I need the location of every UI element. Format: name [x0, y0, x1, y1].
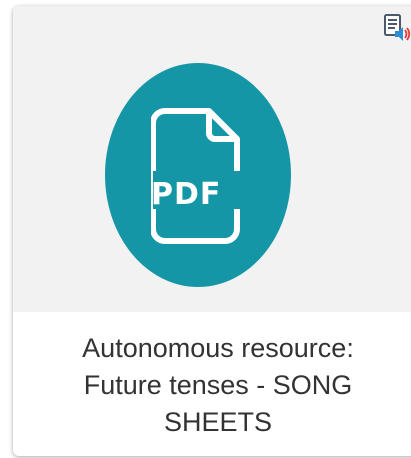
resource-title[interactable]: Autonomous resource: Future tenses - SON… — [13, 330, 411, 441]
read-aloud-speaker-icon[interactable] — [384, 13, 410, 45]
file-type-label: PDF — [151, 177, 221, 212]
pdf-file-icon: PDF — [151, 108, 243, 244]
resource-thumbnail[interactable]: PDF — [13, 6, 411, 312]
resource-title-line: SHEETS — [163, 407, 273, 437]
resource-title-line: Future tenses - SONG — [83, 370, 353, 400]
resource-card[interactable]: PDF Autonomous resource: Future tenses -… — [13, 6, 411, 456]
page: PDF Autonomous resource: Future tenses -… — [0, 0, 411, 458]
resource-title-line: Autonomous resource: — [82, 333, 354, 363]
